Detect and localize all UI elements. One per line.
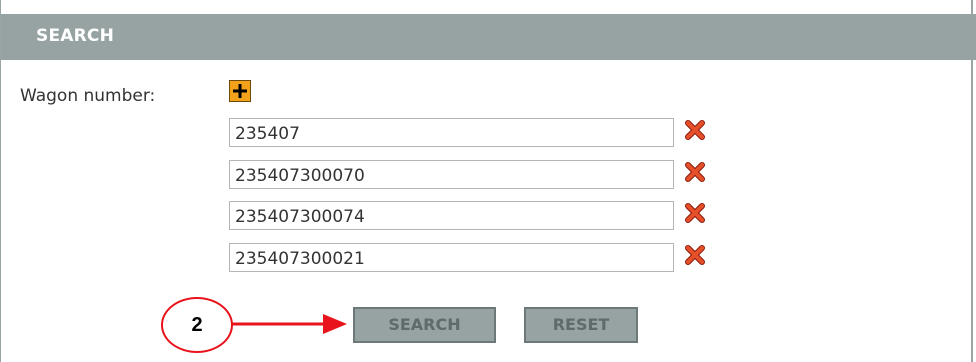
wagon-row [229,243,719,273]
wagon-number-input[interactable] [229,160,674,189]
annotation-arrow-icon [231,314,347,334]
wagon-row [229,118,719,148]
remove-wagon-button[interactable] [684,119,706,141]
red-x-icon [685,120,705,140]
wagon-number-input[interactable] [229,243,674,272]
search-header: SEARCH [1,14,976,60]
wagon-row [229,201,719,231]
remove-wagon-button[interactable] [684,161,706,183]
wagon-number-label: Wagon number: [20,86,156,106]
step-annotation-circle: 2 [161,297,233,353]
wagon-number-input[interactable] [229,201,674,230]
wagon-row [229,160,719,190]
red-x-icon [685,162,705,182]
wagon-number-input[interactable] [229,118,674,147]
remove-wagon-button[interactable] [684,202,706,224]
red-x-icon [685,245,705,265]
search-button[interactable]: SEARCH [353,307,496,343]
plus-icon [233,84,247,98]
search-header-title: SEARCH [36,26,115,46]
search-panel: SEARCH Wagon number: 235407 235407300070… [0,0,976,362]
red-x-icon [685,203,705,223]
reset-button[interactable]: RESET [524,307,638,343]
add-wagon-button[interactable] [229,80,251,102]
remove-wagon-button[interactable] [684,244,706,266]
